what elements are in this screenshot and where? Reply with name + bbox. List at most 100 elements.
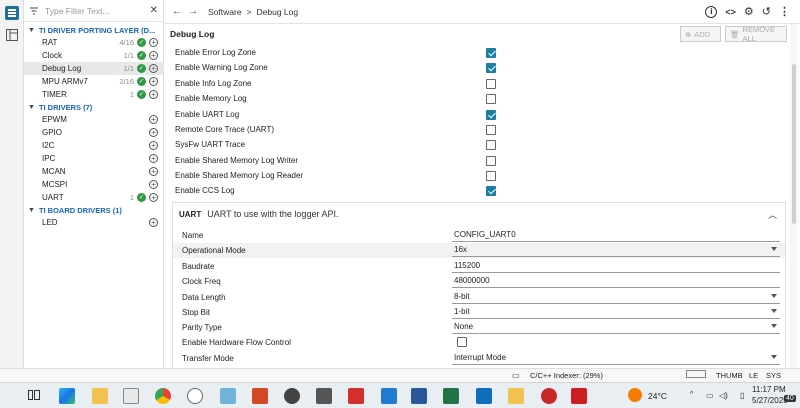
baudrate-input[interactable]: 115200 (452, 260, 780, 273)
chip-icon[interactable]: ⚙ (744, 5, 754, 18)
shm-log-reader-checkbox[interactable] (486, 171, 496, 181)
file-explorer-icon[interactable] (92, 388, 108, 404)
filter-icon[interactable] (29, 6, 39, 16)
add-icon[interactable]: + (149, 180, 158, 189)
breadcrumb-software[interactable]: Software (208, 7, 242, 17)
add-icon[interactable]: + (149, 154, 158, 163)
sidebar-item-led[interactable]: LED + (24, 216, 164, 229)
clock-freq-input[interactable]: 48000000 (452, 275, 780, 288)
operational-mode-select[interactable]: 16x (452, 244, 780, 257)
hardware-flow-control-checkbox[interactable] (457, 337, 467, 347)
weather-icon[interactable] (628, 388, 642, 402)
field-label: Data Length (182, 293, 226, 302)
app-icon[interactable] (284, 388, 300, 404)
app-icon[interactable] (187, 388, 203, 404)
stop-bit-select[interactable]: 1-bit (452, 306, 780, 319)
chrome-icon[interactable] (155, 388, 171, 404)
notepad-icon[interactable] (220, 388, 236, 404)
sidebar-item-uart[interactable]: UART 1 ✓ + (24, 191, 164, 204)
vscode-icon[interactable] (381, 388, 397, 404)
hardware-view-icon[interactable] (5, 28, 19, 42)
error-log-zone-checkbox[interactable] (486, 48, 496, 58)
sidebar-item-debug-log[interactable]: Debug Log 1/1 ✓ + (24, 62, 164, 75)
app-icon[interactable] (508, 388, 524, 404)
add-icon[interactable]: + (149, 64, 158, 73)
uart-log-checkbox[interactable] (486, 110, 496, 120)
scrollbar[interactable] (790, 24, 798, 368)
chevron-up-icon[interactable]: ^ (690, 391, 693, 398)
back-arrow-icon[interactable]: ← (172, 6, 182, 17)
shm-log-writer-checkbox[interactable] (486, 156, 496, 166)
scrollbar-thumb[interactable] (792, 64, 796, 224)
ccs-app-icon[interactable] (571, 388, 587, 404)
sidebar-item-label: Debug Log (42, 64, 82, 73)
outline-view-icon[interactable] (5, 6, 19, 20)
volume-icon[interactable]: ◁) (719, 391, 728, 400)
sidebar-item-mcspi[interactable]: MCSPI + (24, 178, 164, 191)
powerpoint-icon[interactable] (252, 388, 268, 404)
sidebar-item-mcan[interactable]: MCAN + (24, 165, 164, 178)
instance-count: 1 (129, 90, 134, 99)
add-icon[interactable]: + (149, 193, 158, 202)
field-label: Clock Freq (182, 277, 221, 286)
field-row: Name CONFIG_UART0 (173, 228, 785, 243)
add-icon[interactable]: + (149, 38, 158, 47)
parity-type-select[interactable]: None (452, 321, 780, 334)
acrobat-icon[interactable] (348, 388, 364, 404)
add-icon[interactable]: + (149, 51, 158, 60)
memory-log-checkbox[interactable] (486, 94, 496, 104)
chevron-up-icon[interactable]: ︿ (768, 208, 777, 221)
add-button[interactable]: ⊕ ADD (680, 26, 721, 42)
sidebar-item-epwm[interactable]: EPWM + (24, 113, 164, 126)
remote-core-trace-checkbox[interactable] (486, 125, 496, 135)
name-input[interactable]: CONFIG_UART0 (452, 229, 780, 242)
panel-header[interactable]: UART UART to use with the logger API. ︿ (173, 203, 787, 225)
ccs-log-checkbox[interactable] (486, 186, 496, 196)
task-view-icon[interactable] (28, 389, 40, 401)
sidebar-item-clock[interactable]: Clock 1/1 ✓ + (24, 49, 164, 62)
sidebar-item-timer[interactable]: TIMER 1 ✓ + (24, 88, 164, 101)
info-log-zone-checkbox[interactable] (486, 79, 496, 89)
code-view-icon[interactable]: <> (725, 7, 736, 17)
add-icon[interactable]: + (149, 218, 158, 227)
add-icon[interactable]: + (149, 90, 158, 99)
remove-all-button[interactable]: 🗑 REMOVE ALL (725, 25, 787, 43)
breadcrumb-debug-log: Debug Log (256, 6, 299, 17)
sidebar-item-ipc[interactable]: IPC + (24, 152, 164, 165)
filter-input[interactable]: Type Filter Text... (45, 6, 150, 16)
edge-browser-icon[interactable] (59, 388, 75, 404)
excel-icon[interactable] (443, 388, 459, 404)
add-icon[interactable]: + (149, 167, 158, 176)
temperature[interactable]: 24°C (648, 391, 667, 401)
transfer-mode-select[interactable]: Interrupt Mode (452, 352, 780, 365)
history-icon[interactable]: ↺ (762, 5, 771, 18)
battery-icon[interactable]: ▯ (740, 391, 744, 400)
outlook-icon[interactable] (476, 388, 492, 404)
add-icon[interactable]: + (149, 115, 158, 124)
info-icon[interactable]: i (705, 5, 718, 18)
mail-icon[interactable] (123, 388, 139, 404)
add-icon[interactable]: + (149, 141, 158, 150)
sidebar-item-rat[interactable]: RAT 4/16 ✓ + (24, 36, 164, 49)
warning-log-zone-checkbox[interactable] (486, 63, 496, 73)
clock-date[interactable]: 5/27/2025 (752, 396, 788, 405)
forward-arrow-icon[interactable]: → (188, 6, 198, 17)
group-ti-drivers[interactable]: ▼ TI DRIVERS (7) (24, 101, 164, 113)
more-options-icon[interactable]: ⋮ (779, 5, 790, 18)
sidebar-item-i2c[interactable]: I2C + (24, 139, 164, 152)
add-icon[interactable]: + (149, 77, 158, 86)
data-length-select[interactable]: 8-bit (452, 291, 780, 304)
group-driver-porting-layer[interactable]: ▼ TI DRIVER PORTING LAYER (D... (24, 24, 164, 36)
notification-badge[interactable]: 40 (784, 395, 796, 402)
calculator-icon[interactable] (316, 388, 332, 404)
add-icon[interactable]: + (149, 128, 158, 137)
clock-time[interactable]: 11:17 PM (752, 385, 786, 394)
group-ti-board-drivers[interactable]: ▼ TI BOARD DRIVERS (1) (24, 204, 164, 216)
sidebar-item-mpu-armv7[interactable]: MPU ARMv7 2/16 ✓ + (24, 75, 164, 88)
sidebar-item-gpio[interactable]: GPIO + (24, 126, 164, 139)
word-icon[interactable] (411, 388, 427, 404)
network-icon[interactable]: ▭ (706, 391, 714, 400)
sysfw-uart-trace-checkbox[interactable] (486, 140, 496, 150)
app-icon[interactable] (541, 388, 557, 404)
close-icon[interactable]: ✕ (150, 5, 158, 16)
